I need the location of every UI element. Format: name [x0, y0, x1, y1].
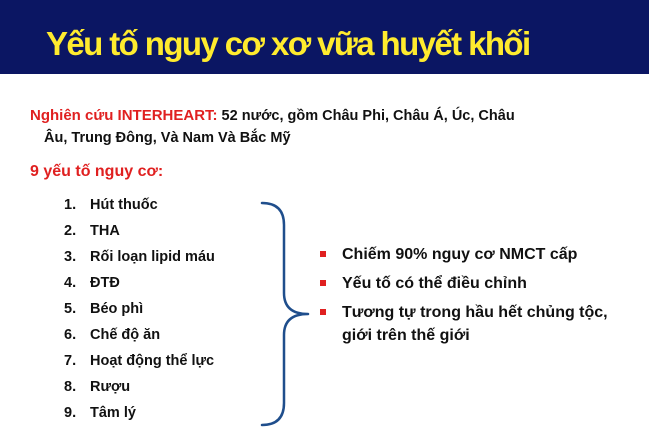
factor-item: 7. Hoạt động thể lực	[64, 349, 215, 375]
factor-label: Chế độ ăn	[90, 327, 161, 343]
right-brace-icon	[260, 201, 310, 427]
factor-item: 5. Béo phì	[64, 297, 215, 323]
factor-number: 9.	[64, 405, 77, 421]
factor-label: Hút thuốc	[90, 197, 158, 213]
red-square-bullet-icon	[320, 251, 326, 257]
factor-label: ĐTĐ	[90, 275, 120, 291]
slide-title: Yếu tố nguy cơ xơ vữa huyết khối	[46, 25, 531, 62]
factors-heading: 9 yếu tố nguy cơ:	[30, 163, 164, 180]
summary-bullet-text: Chiếm 90% nguy cơ NMCT cấp	[342, 246, 578, 263]
summary-bullet-text: Yếu tố có thể điều chỉnh	[342, 275, 527, 292]
factor-label: Rối loạn lipid máu	[90, 249, 215, 265]
factor-label: Hoạt động thể lực	[90, 353, 215, 369]
red-square-bullet-icon	[320, 280, 326, 286]
factor-number: 1.	[64, 197, 77, 213]
factor-number: 5.	[64, 301, 77, 317]
factor-number: 2.	[64, 223, 77, 239]
summary-bullet: Yếu tố có thể điều chỉnh	[320, 272, 630, 295]
summary-bullet: Chiếm 90% nguy cơ NMCT cấp	[320, 243, 630, 266]
red-square-bullet-icon	[320, 309, 326, 315]
factor-item: 4. ĐTĐ	[64, 271, 215, 297]
study-paragraph: Nghiên cứu INTERHEART: 52 nước, gồm Châu…	[30, 105, 630, 149]
factor-label: Béo phì	[90, 301, 144, 317]
summary-bullets: Chiếm 90% nguy cơ NMCT cấp Yếu tố có thể…	[320, 243, 630, 353]
factor-number: 7.	[64, 353, 77, 369]
factor-item: 2. THA	[64, 219, 215, 245]
factor-number: 6.	[64, 327, 77, 343]
factor-number: 3.	[64, 249, 77, 265]
factor-label: THA	[90, 223, 120, 239]
summary-bullet: Tương tự trong hầu hết chủng tộc, giới t…	[320, 301, 630, 347]
summary-bullet-text: Tương tự trong hầu hết chủng tộc, giới t…	[342, 304, 608, 344]
factor-item: 6. Chế độ ăn	[64, 323, 215, 349]
factor-item: 9. Tâm lý	[64, 401, 215, 427]
factor-number: 4.	[64, 275, 77, 291]
factor-item: 8. Rượu	[64, 375, 215, 401]
factor-label: Tâm lý	[90, 405, 136, 421]
factor-label: Rượu	[90, 379, 131, 395]
study-text-line1: 52 nước, gồm Châu Phi, Châu Á, Úc, Châu	[217, 108, 515, 124]
factor-item: 1. Hút thuốc	[64, 193, 215, 219]
factor-number: 8.	[64, 379, 77, 395]
study-text-line2: Âu, Trung Đông, Và Nam Và Bắc Mỹ	[44, 130, 291, 146]
study-lead: Nghiên cứu INTERHEART:	[30, 107, 218, 124]
factor-item: 3. Rối loạn lipid máu	[64, 245, 215, 271]
factor-list: 1. Hút thuốc 2. THA 3. Rối loạn lipid máu 4…	[64, 193, 215, 427]
